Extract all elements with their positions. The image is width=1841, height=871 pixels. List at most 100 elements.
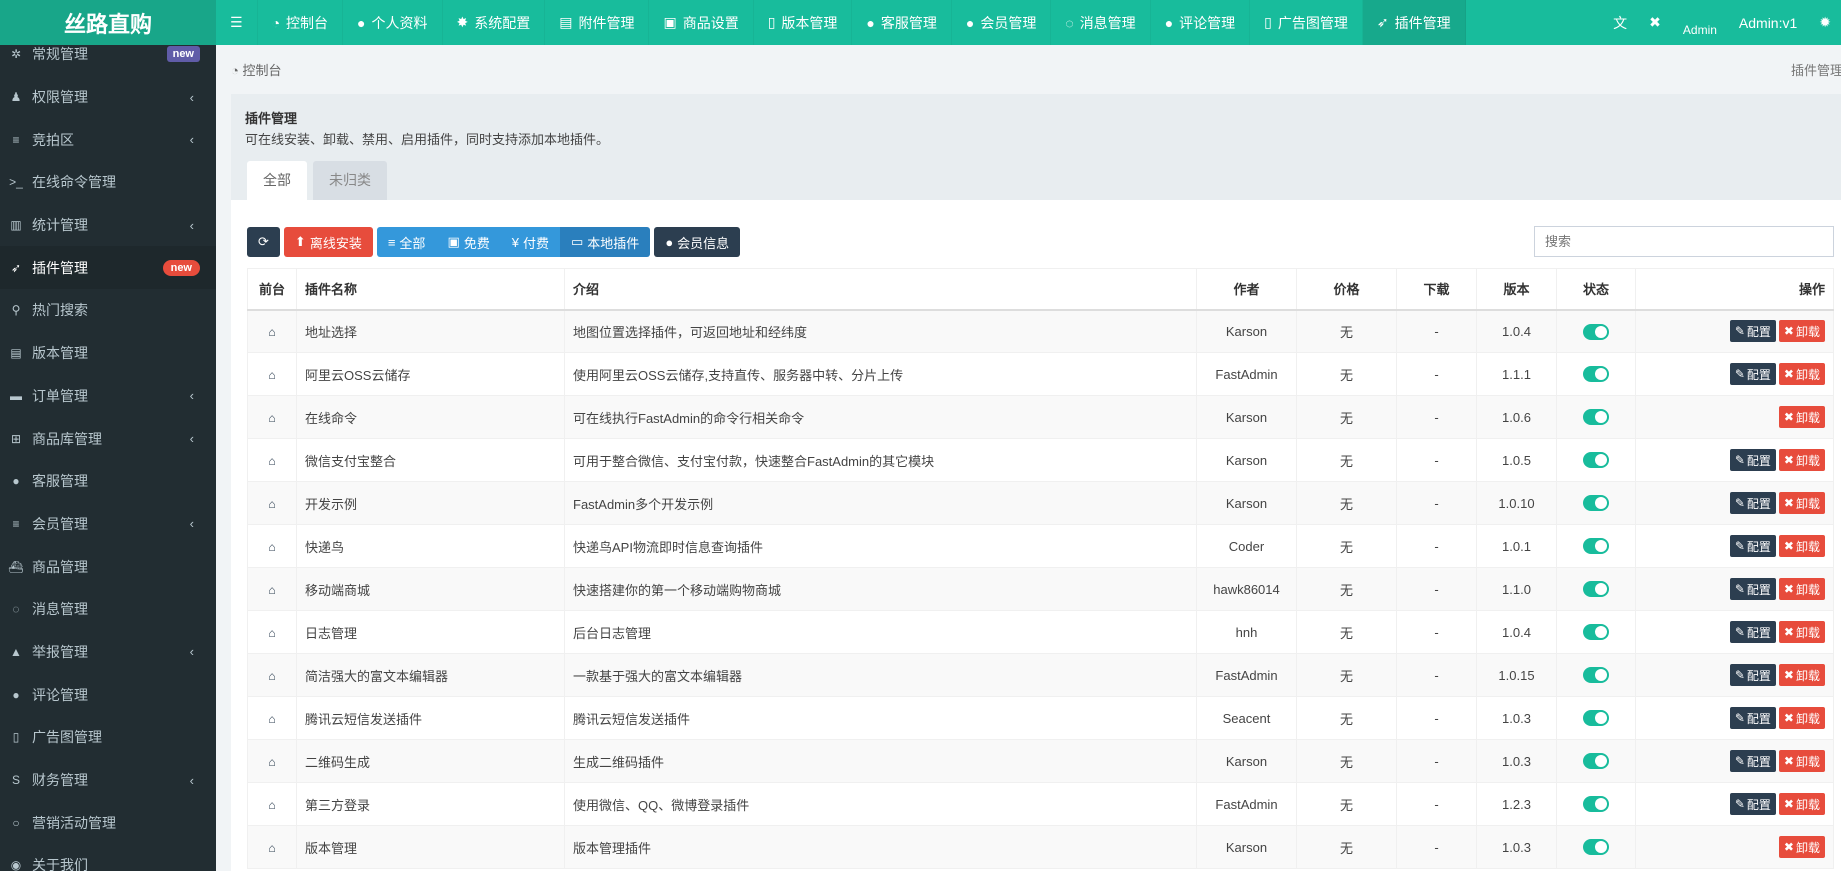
filter-paid-button[interactable]: ¥ 付费 bbox=[500, 227, 560, 257]
status-toggle[interactable] bbox=[1583, 366, 1609, 383]
sidebar-item[interactable]: ▥ 统计管理 ‹ bbox=[0, 204, 216, 247]
config-button[interactable]: ✎ 配置 bbox=[1729, 664, 1776, 686]
plugin-author[interactable]: Karson bbox=[1196, 395, 1297, 439]
home-icon[interactable]: ⌂ bbox=[268, 712, 275, 726]
uninstall-button[interactable]: ✖ 卸载 bbox=[1778, 320, 1825, 343]
uninstall-button[interactable]: ✖ 卸载 bbox=[1778, 449, 1825, 471]
sidebar-item[interactable]: ▲ 举报管理 ‹ bbox=[0, 631, 216, 674]
topnav-item[interactable]: ◌ 消息管理 bbox=[1051, 0, 1151, 45]
plugin-author[interactable]: Karson bbox=[1196, 481, 1297, 525]
plugin-author[interactable]: FastAdmin bbox=[1196, 653, 1297, 697]
topnav-item[interactable]: ● 客服管理 bbox=[852, 0, 952, 45]
plugin-author[interactable]: Seacent bbox=[1196, 696, 1297, 740]
col-intro[interactable]: 介绍 bbox=[564, 268, 1197, 311]
topnav-item[interactable]: ● 个人资料 bbox=[343, 0, 443, 45]
sidebar-item[interactable]: ▤ 版本管理 bbox=[0, 332, 216, 375]
home-icon[interactable]: ⌂ bbox=[268, 540, 275, 554]
sidebar-item[interactable]: ◌ 消息管理 bbox=[0, 588, 216, 631]
status-toggle[interactable] bbox=[1583, 452, 1609, 469]
col-frontend[interactable]: 前台 bbox=[247, 268, 297, 311]
home-icon[interactable]: ⌂ bbox=[268, 755, 275, 769]
sidebar-item[interactable]: ✲ 常规管理 new bbox=[0, 45, 216, 76]
col-version[interactable]: 版本 bbox=[1476, 268, 1557, 311]
status-toggle[interactable] bbox=[1583, 753, 1609, 770]
plugin-author[interactable]: Karson bbox=[1196, 739, 1297, 783]
uninstall-button[interactable]: ✖ 卸载 bbox=[1778, 836, 1825, 858]
config-button[interactable]: ✎ 配置 bbox=[1729, 750, 1776, 772]
sidebar-item[interactable]: ♟ 权限管理 ‹ bbox=[0, 76, 216, 119]
sidebar-item[interactable]: ⛴ 商品管理 bbox=[0, 545, 216, 588]
plugin-author[interactable]: Coder bbox=[1196, 524, 1297, 568]
home-icon[interactable]: ⌂ bbox=[268, 325, 275, 339]
avatar[interactable]: Admin bbox=[1683, 10, 1717, 36]
status-toggle[interactable] bbox=[1583, 581, 1609, 598]
topnav-item[interactable]: ✸ 系统配置 bbox=[443, 0, 546, 45]
status-toggle[interactable] bbox=[1583, 323, 1609, 340]
status-toggle[interactable] bbox=[1583, 667, 1609, 684]
sidebar-item[interactable]: ▬ 订单管理 ‹ bbox=[0, 375, 216, 418]
filter-free-button[interactable]: ▣ 免费 bbox=[436, 227, 501, 257]
col-status[interactable]: 状态 bbox=[1556, 268, 1636, 311]
uninstall-button[interactable]: ✖ 卸载 bbox=[1778, 492, 1825, 514]
home-icon[interactable]: ⌂ bbox=[268, 411, 275, 425]
uninstall-button[interactable]: ✖ 卸载 bbox=[1778, 750, 1825, 772]
status-toggle[interactable] bbox=[1583, 495, 1609, 512]
sidebar-item[interactable]: ≡ 会员管理 ‹ bbox=[0, 503, 216, 546]
status-toggle[interactable] bbox=[1583, 538, 1609, 555]
refresh-button[interactable]: ⟳ bbox=[247, 227, 280, 257]
uninstall-button[interactable]: ✖ 卸载 bbox=[1778, 535, 1825, 557]
tab-all[interactable]: 全部 bbox=[247, 161, 307, 200]
status-toggle[interactable] bbox=[1583, 409, 1609, 426]
plugin-author[interactable]: FastAdmin bbox=[1196, 352, 1297, 396]
language-icon[interactable]: 文 bbox=[1613, 13, 1627, 33]
tab-uncategorized[interactable]: 未归类 bbox=[313, 161, 387, 200]
sidebar-item[interactable]: ▯ 广告图管理 bbox=[0, 716, 216, 759]
config-button[interactable]: ✎ 配置 bbox=[1729, 449, 1776, 471]
sidebar-item[interactable]: ⊞ 商品库管理 ‹ bbox=[0, 417, 216, 460]
search-input[interactable] bbox=[1534, 226, 1834, 257]
topnav-item[interactable]: ▣ 商品设置 bbox=[649, 0, 754, 45]
fullscreen-icon[interactable]: ✖ bbox=[1649, 14, 1661, 31]
app-logo[interactable]: 丝路直购 bbox=[0, 0, 216, 45]
config-button[interactable]: ✎ 配置 bbox=[1729, 535, 1776, 557]
topnav-item[interactable]: ● 会员管理 bbox=[952, 0, 1052, 45]
sidebar-item[interactable]: ● 客服管理 bbox=[0, 460, 216, 503]
uninstall-button[interactable]: ✖ 卸载 bbox=[1778, 406, 1825, 428]
config-button[interactable]: ✎ 配置 bbox=[1729, 320, 1776, 343]
sidebar-item[interactable]: ◉ 关于我们 bbox=[0, 844, 216, 871]
sidebar-item[interactable]: ● 评论管理 bbox=[0, 673, 216, 716]
plugin-author[interactable]: FastAdmin bbox=[1196, 782, 1297, 826]
sidebar-item[interactable]: ➶ 插件管理 new bbox=[0, 246, 216, 290]
topnav-item[interactable]: ● 评论管理 bbox=[1151, 0, 1251, 45]
home-icon[interactable]: ⌂ bbox=[268, 454, 275, 468]
filter-local-button[interactable]: ▭ 本地插件 bbox=[560, 227, 651, 257]
plugin-author[interactable]: Karson bbox=[1196, 309, 1297, 353]
sidebar-item[interactable]: ≡ 竞拍区 ‹ bbox=[0, 118, 216, 161]
status-toggle[interactable] bbox=[1583, 796, 1609, 813]
config-button[interactable]: ✎ 配置 bbox=[1729, 492, 1776, 514]
config-button[interactable]: ✎ 配置 bbox=[1729, 621, 1776, 643]
plugin-author[interactable]: hawk86014 bbox=[1196, 567, 1297, 611]
status-toggle[interactable] bbox=[1583, 710, 1609, 727]
filter-all-button[interactable]: ≡ 全部 bbox=[376, 227, 437, 257]
config-button[interactable]: ✎ 配置 bbox=[1729, 363, 1776, 385]
settings-icon[interactable]: ✹ bbox=[1819, 14, 1831, 31]
home-icon[interactable]: ⌂ bbox=[268, 798, 275, 812]
home-icon[interactable]: ⌂ bbox=[268, 669, 275, 683]
sidebar-item[interactable]: S 财务管理 ‹ bbox=[0, 759, 216, 802]
home-icon[interactable]: ⌂ bbox=[268, 497, 275, 511]
topnav-item[interactable]: ▯ 广告图管理 bbox=[1250, 0, 1363, 45]
sidebar-toggle-button[interactable]: ☰ bbox=[216, 0, 258, 45]
config-button[interactable]: ✎ 配置 bbox=[1729, 793, 1776, 815]
sidebar-item[interactable]: ○ 营销活动管理 bbox=[0, 801, 216, 844]
topnav-item[interactable]: ▯ 版本管理 bbox=[754, 0, 853, 45]
uninstall-button[interactable]: ✖ 卸载 bbox=[1778, 578, 1825, 600]
plugin-author[interactable]: hnh bbox=[1196, 610, 1297, 654]
home-icon[interactable]: ⌂ bbox=[268, 368, 275, 382]
home-icon[interactable]: ⌂ bbox=[268, 583, 275, 597]
sidebar-item[interactable]: ⚲ 热门搜索 bbox=[0, 289, 216, 332]
sidebar-item[interactable]: >_ 在线命令管理 bbox=[0, 161, 216, 204]
home-icon[interactable]: ⌂ bbox=[268, 841, 275, 855]
uninstall-button[interactable]: ✖ 卸载 bbox=[1778, 793, 1825, 815]
admin-name[interactable]: Admin:v1 bbox=[1739, 15, 1797, 31]
